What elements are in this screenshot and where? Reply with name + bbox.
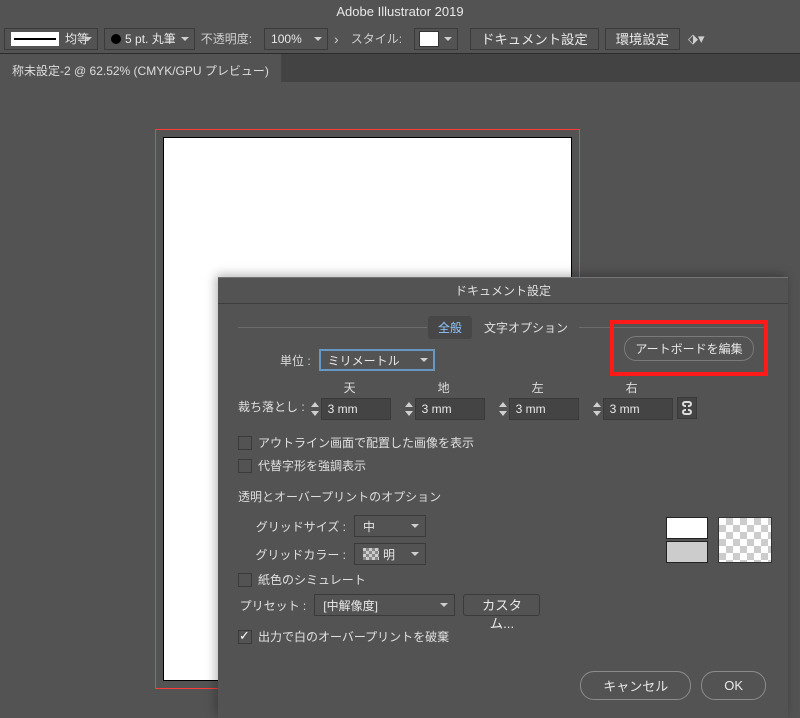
grid-color-label: グリッドカラー : bbox=[238, 546, 346, 563]
checkbox-alt-glyphs[interactable] bbox=[238, 459, 252, 473]
tab-text-options[interactable]: 文字オプション bbox=[474, 316, 578, 339]
opacity-label: 不透明度: bbox=[195, 30, 258, 47]
document-setup-button[interactable]: ドキュメント設定 bbox=[470, 28, 599, 50]
style-dropdown[interactable] bbox=[414, 28, 458, 50]
bleed-bottom-input[interactable]: 3 mm bbox=[415, 398, 485, 420]
custom-button[interactable]: カスタム... bbox=[463, 594, 540, 616]
bleed-right-spinner[interactable] bbox=[591, 400, 603, 418]
brush-dropdown[interactable]: 5 pt. 丸筆 bbox=[104, 28, 195, 50]
checkbox-outline-images-label: アウトライン画面で配置した画像を表示 bbox=[258, 434, 474, 451]
checkbox-paper-simulate[interactable] bbox=[238, 573, 252, 587]
preset-dropdown[interactable]: [中解像度] bbox=[314, 594, 455, 616]
bleed-bottom-label: 地 bbox=[438, 379, 450, 396]
tab-general[interactable]: 全般 bbox=[428, 316, 472, 339]
units-dropdown[interactable]: ミリメートル bbox=[319, 349, 435, 371]
canvas-area[interactable]: ドキュメント設定 全般 文字オプション アートボードを編集 単位 : bbox=[0, 82, 800, 705]
grid-size-label: グリッドサイズ : bbox=[238, 518, 346, 535]
checkbox-outline-images[interactable] bbox=[238, 436, 252, 450]
checkbox-discard-white-overprint[interactable] bbox=[238, 630, 252, 644]
grid-color-chip-icon bbox=[363, 548, 379, 560]
grid-size-dropdown[interactable]: 中 bbox=[354, 515, 426, 537]
bleed-bottom-spinner[interactable] bbox=[403, 400, 415, 418]
opacity-dropdown[interactable]: 100% bbox=[264, 28, 328, 50]
paper-gray-swatch[interactable] bbox=[666, 541, 708, 563]
bleed-top-spinner[interactable] bbox=[309, 400, 321, 418]
preset-label: プリセット : bbox=[238, 597, 306, 614]
opacity-expand-icon[interactable]: › bbox=[334, 31, 339, 47]
bleed-right-input[interactable]: 3 mm bbox=[603, 398, 673, 420]
document-tab[interactable]: 称未設定-2 @ 62.52% (CMYK/GPU プレビュー) bbox=[0, 54, 281, 82]
bleed-link-toggle[interactable] bbox=[677, 397, 697, 419]
transparency-checker-preview bbox=[718, 517, 772, 563]
bleed-top-input[interactable]: 3 mm bbox=[321, 398, 391, 420]
style-label: スタイル: bbox=[345, 30, 408, 47]
units-label: 単位 : bbox=[280, 352, 311, 369]
app-title: Adobe Illustrator 2019 bbox=[336, 4, 463, 19]
transparency-section-title: 透明とオーバープリントのオプション bbox=[238, 488, 768, 505]
paper-simulate-label: 紙色のシミュレート bbox=[258, 571, 366, 588]
grid-color-dropdown[interactable]: 明 bbox=[354, 543, 426, 565]
ok-button[interactable]: OK bbox=[701, 671, 766, 700]
style-swatch-icon bbox=[419, 31, 439, 47]
preferences-button[interactable]: 環境設定 bbox=[605, 28, 680, 50]
cancel-button[interactable]: キャンセル bbox=[580, 671, 691, 700]
discard-white-overprint-label: 出力で白のオーバープリントを破棄 bbox=[258, 628, 449, 645]
control-bar: 均等 5 pt. 丸筆 不透明度: 100% › スタイル: ドキュメント設定 … bbox=[0, 24, 800, 54]
bleed-right-label: 右 bbox=[626, 379, 638, 396]
stroke-preview-icon bbox=[11, 32, 59, 46]
bleed-left-label: 左 bbox=[532, 379, 544, 396]
edit-artboards-highlight: アートボードを編集 bbox=[610, 320, 768, 376]
edit-artboards-button[interactable]: アートボードを編集 bbox=[624, 336, 753, 361]
checkbox-alt-glyphs-label: 代替字形を強調表示 bbox=[258, 457, 366, 474]
document-setup-dialog: ドキュメント設定 全般 文字オプション アートボードを編集 単位 : bbox=[218, 277, 788, 718]
app-title-bar: Adobe Illustrator 2019 bbox=[0, 0, 800, 24]
overflow-icon[interactable]: ⬗▾ bbox=[688, 31, 705, 47]
bleed-label: 裁ち落とし : bbox=[238, 398, 305, 415]
bleed-left-input[interactable]: 3 mm bbox=[509, 398, 579, 420]
brush-dot-icon bbox=[111, 34, 121, 44]
dialog-title: ドキュメント設定 bbox=[218, 278, 788, 304]
bleed-top-label: 天 bbox=[344, 379, 356, 396]
bleed-left-spinner[interactable] bbox=[497, 400, 509, 418]
stroke-profile-dropdown[interactable]: 均等 bbox=[4, 28, 98, 50]
paper-white-swatch[interactable] bbox=[666, 517, 708, 539]
document-tab-bar: 称未設定-2 @ 62.52% (CMYK/GPU プレビュー) bbox=[0, 54, 800, 82]
